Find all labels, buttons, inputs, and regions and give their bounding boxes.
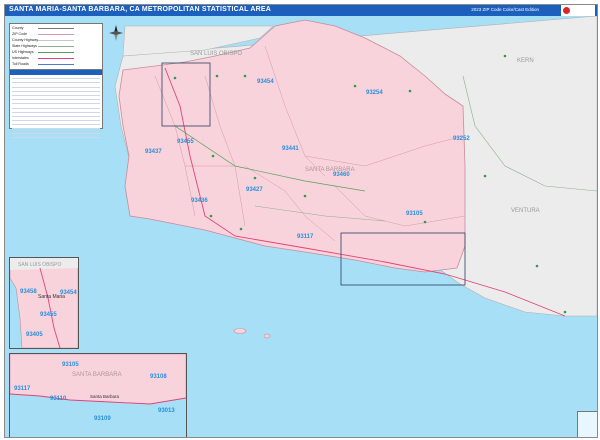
legend-item: US Highways [12, 50, 100, 55]
zip-label: 93441 [282, 146, 299, 152]
zip-label: 93458 [20, 289, 37, 295]
county-label-slo: SAN LUIS OBISPO [190, 51, 242, 57]
zip-label: 93105 [406, 211, 423, 217]
zip-label: 93252 [453, 136, 470, 142]
zip-label: 93460 [333, 172, 350, 178]
zip-label: 93110 [50, 396, 67, 402]
map-frame: SANTA MARIA-SANTA BARBARA, CA METROPOLIT… [4, 4, 598, 438]
inset2-city-label: Santa Barbara [90, 394, 120, 399]
inset-map-santa-maria[interactable]: SAN LUIS OBISPO Santa Maria 93458 93454 … [9, 257, 79, 349]
zip-label: 93105 [62, 362, 79, 368]
zip-label: 93454 [60, 290, 77, 296]
zip-label: 93427 [246, 187, 263, 193]
inset1-county-label: SAN LUIS OBISPO [18, 262, 61, 268]
zip-label: 93109 [94, 416, 111, 422]
map-title: SANTA MARIA-SANTA BARBARA, CA METROPOLIT… [9, 6, 271, 13]
logo-mark-icon [563, 7, 570, 14]
locator-map [577, 411, 597, 437]
legend-item: State Highways [12, 44, 100, 49]
inset2-county-label: SANTA BARBARA [72, 372, 122, 378]
zip-label: 93013 [158, 408, 175, 414]
zip-label: 93405 [26, 332, 43, 338]
zip-label: 93455 [177, 139, 194, 145]
zip-label: 93454 [257, 79, 274, 85]
north-arrow-icon [109, 25, 123, 41]
zip-label: 93117 [297, 234, 314, 240]
zip-label: 93254 [366, 90, 383, 96]
inset-map-santa-barbara[interactable]: SANTA BARBARA Santa Barbara 93105 93108 … [9, 353, 187, 437]
legend-item: County Highway [12, 38, 100, 43]
legend-item: Interstates [12, 56, 100, 61]
title-bar: SANTA MARIA-SANTA BARBARA, CA METROPOLIT… [5, 5, 597, 16]
zip-code-table [9, 69, 103, 138]
zip-label: 93117 [14, 386, 31, 392]
zip-label: 93437 [145, 149, 162, 155]
zip-label: 93455 [40, 312, 57, 318]
zip-label: 93108 [150, 374, 167, 380]
legend-item: ZIP Code [12, 32, 100, 37]
legend-item: Toll Roads [12, 62, 100, 67]
legend: County ZIP Code County Highway State Hig… [9, 23, 103, 70]
edition-label: 2023 ZIP Code Color/Cast Edition [471, 7, 539, 12]
county-label-kern: KERN [517, 58, 534, 64]
zip-label: 93436 [191, 198, 208, 204]
county-label-ventura: VENTURA [511, 208, 540, 214]
legend-item: County [12, 26, 100, 31]
publisher-logo [561, 5, 595, 16]
